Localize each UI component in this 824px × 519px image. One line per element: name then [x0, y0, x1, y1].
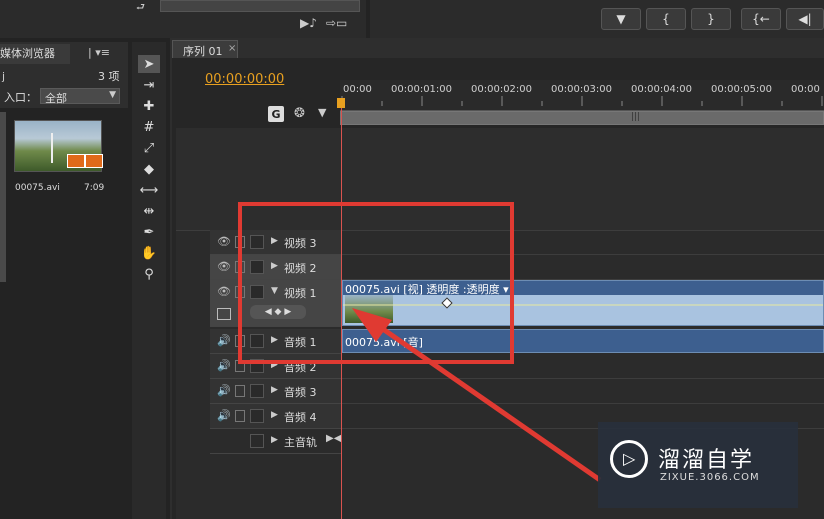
pen-tool-icon[interactable]: ✒: [138, 223, 160, 241]
rolling-edit-tool-icon[interactable]: #: [138, 118, 160, 136]
panel-menu-icon[interactable]: | ▾≡: [88, 46, 110, 59]
rate-stretch-tool-icon[interactable]: ⤢: [138, 139, 160, 157]
expand-triangle-icon[interactable]: ▶: [271, 410, 278, 420]
go-to-in-button[interactable]: {←: [741, 8, 781, 30]
track-name: 音频 3: [284, 386, 317, 399]
marker-button[interactable]: ▼: [601, 8, 641, 30]
expand-triangle-icon[interactable]: ▶: [271, 435, 278, 445]
mark-in-button[interactable]: {: [646, 8, 686, 30]
ruler-label-2: 00:00:02:00: [471, 84, 533, 95]
track-header-audio4[interactable]: 🔊 ▶ 音频 4: [210, 404, 341, 429]
annotation-arrow: [352, 308, 602, 483]
sync-lock-toggle[interactable]: [250, 434, 264, 448]
play-logo-icon: ▷: [610, 440, 648, 478]
snap-icon[interactable]: G: [268, 106, 284, 122]
sequence-tab[interactable]: 序列 01 ×: [172, 40, 238, 59]
entry-label: 入口：: [4, 91, 37, 104]
watermark-panel: ▷ 溜溜自学 ZIXUE.3066.COM: [598, 422, 798, 508]
eye-icon[interactable]: 👁: [217, 235, 231, 249]
lock-icon[interactable]: [235, 385, 245, 397]
hand-tool-icon[interactable]: ✋: [138, 244, 160, 262]
item-count: 3 项: [98, 70, 120, 83]
turbine-shape: [51, 133, 53, 163]
lock-icon[interactable]: [235, 410, 245, 422]
ripple-edit-tool-icon[interactable]: ✚: [138, 97, 160, 115]
step-back-button[interactable]: ◀|: [786, 8, 824, 30]
speaker-icon[interactable]: 🔊: [217, 334, 231, 348]
expand-triangle-icon[interactable]: ▶: [271, 385, 278, 395]
project-name: j: [2, 70, 6, 83]
watermark-url: ZIXUE.3066.COM: [660, 472, 760, 483]
link-marker-icon[interactable]: ❂: [294, 106, 305, 121]
track-select-tool-icon[interactable]: ⇥: [138, 76, 160, 94]
ruler-label-6: 00:00: [791, 84, 820, 95]
track-header-audio3[interactable]: 🔊 ▶ 音频 3: [210, 379, 341, 404]
video-badge-icon: [67, 154, 85, 168]
work-area-bar[interactable]: |||: [340, 111, 824, 125]
slide-tool-icon[interactable]: ⇹: [138, 202, 160, 220]
media-browser-tab[interactable]: 媒体浏览器: [0, 44, 70, 64]
chevron-down-icon: ▼: [109, 90, 116, 100]
clip-thumbnail[interactable]: [14, 120, 103, 172]
display-style-icon[interactable]: [217, 308, 231, 320]
audio-badge-icon: [85, 154, 103, 168]
left-scrollbar[interactable]: [0, 112, 6, 282]
sync-lock-toggle[interactable]: [250, 409, 264, 423]
ruler-label-1: 00:00:01:00: [391, 84, 453, 95]
work-area-grip-icon: |||: [631, 112, 641, 122]
speaker-icon[interactable]: 🔊: [217, 359, 231, 373]
ruler-label-3: 00:00:03:00: [551, 84, 613, 95]
track-header-master[interactable]: ▶ 主音轨 ▶◀: [210, 429, 341, 454]
entry-dropdown-value: 全部: [45, 92, 67, 105]
mark-out-button[interactable]: }: [691, 8, 731, 30]
ruler-ticks: [341, 96, 823, 106]
sync-lock-toggle[interactable]: [250, 384, 264, 398]
add-marker-icon[interactable]: ▼: [318, 106, 326, 119]
clip-duration: 7:09: [84, 183, 105, 193]
selection-tool-icon[interactable]: ➤: [138, 55, 160, 73]
sequence-tab-label: 序列 01: [183, 45, 223, 58]
ruler-label-0: 00:00: [343, 84, 372, 95]
clip-name: 00075.avi: [15, 183, 60, 193]
ruler-label-4: 00:00:04:00: [631, 84, 693, 95]
sequence-timecode[interactable]: 00:00:00:00: [205, 72, 284, 87]
close-icon[interactable]: ×: [228, 43, 236, 54]
ruler-label-5: 00:00:05:00: [711, 84, 773, 95]
eye-icon[interactable]: 👁: [217, 285, 231, 299]
track-name: 主音轨: [284, 436, 317, 449]
eye-icon[interactable]: 👁: [217, 260, 231, 274]
mini-scroll-track[interactable]: [160, 0, 360, 12]
insert-icon[interactable]: ▶♪: [300, 16, 317, 30]
back-icon[interactable]: ⮐: [136, 0, 150, 13]
speaker-icon[interactable]: 🔊: [217, 384, 231, 398]
speaker-icon[interactable]: 🔊: [217, 409, 231, 423]
slip-tool-icon[interactable]: ⟷: [138, 181, 160, 199]
track-name: 音频 4: [284, 411, 317, 424]
playhead-head[interactable]: [337, 98, 345, 108]
zoom-tool-icon[interactable]: ⚲: [138, 265, 160, 283]
overwrite-icon[interactable]: ⇨▭: [326, 16, 347, 30]
watermark-title: 溜溜自学: [658, 448, 755, 473]
entry-dropdown[interactable]: 全部 ▼: [40, 88, 120, 105]
razor-tool-icon[interactable]: ◆: [138, 160, 160, 178]
